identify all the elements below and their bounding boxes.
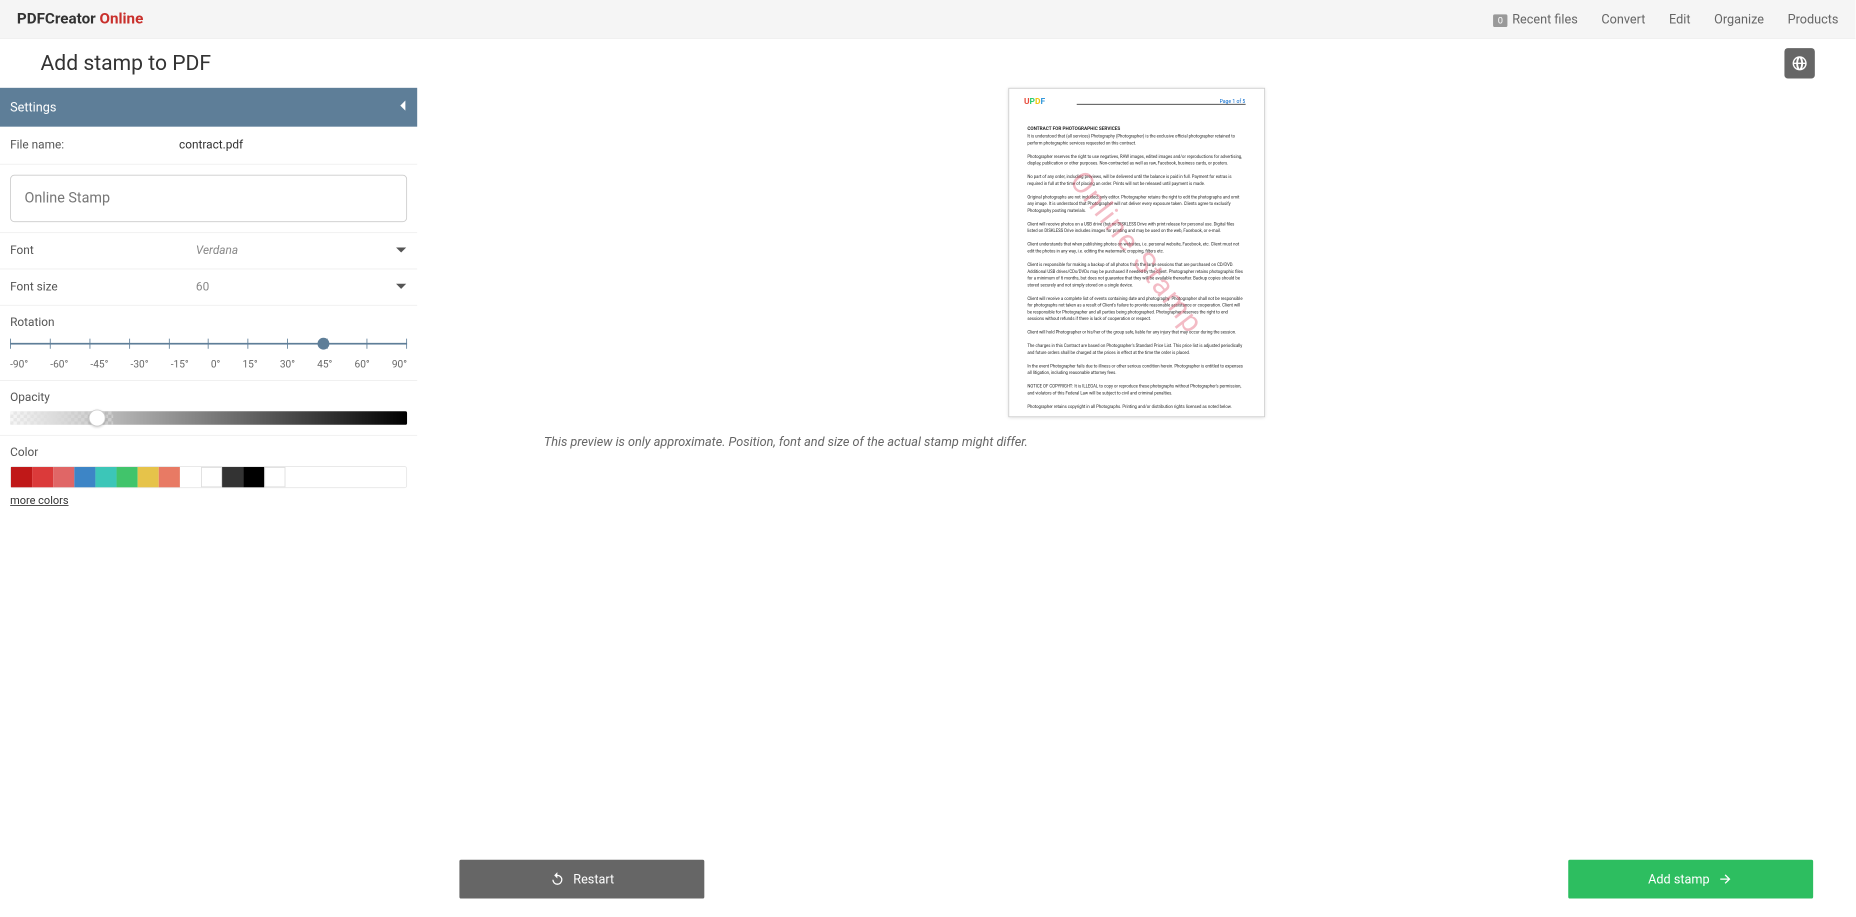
color-swatch[interactable] (53, 467, 74, 487)
color-swatch[interactable] (264, 467, 285, 487)
settings-panel: Settings File name: contract.pdf Font Ve… (0, 88, 417, 917)
color-swatch[interactable] (243, 467, 264, 487)
doc-logo: UPDF (1024, 97, 1045, 106)
rotation-tick-labels: -90°-60°-45°-30°-15°0°15°30°45°60°90° (10, 358, 407, 370)
rotation-label: Rotation (10, 316, 407, 330)
chevron-down-icon (395, 280, 407, 294)
color-swatch[interactable] (74, 467, 95, 487)
rotation-slider[interactable] (10, 336, 407, 360)
doc-page-indicator: Page 1 of 5 (1220, 99, 1246, 105)
stamp-text-input[interactable] (10, 175, 407, 222)
globe-icon (1791, 55, 1808, 72)
chevron-down-icon (395, 244, 407, 258)
opacity-slider-thumb[interactable] (89, 410, 106, 427)
nav-recent-files[interactable]: 0Recent files (1493, 11, 1577, 26)
rotation-slider-thumb[interactable] (317, 338, 329, 350)
page-title: Add stamp to PDF (41, 51, 212, 75)
chevron-left-icon (399, 100, 407, 112)
brand-logo[interactable]: PDFCreator Online (17, 10, 143, 28)
color-swatch[interactable] (11, 467, 32, 487)
color-swatch[interactable] (138, 467, 159, 487)
arrow-right-icon (1718, 872, 1733, 887)
color-swatch[interactable] (117, 467, 138, 487)
restart-button[interactable]: Restart (459, 860, 704, 899)
collapse-panel-button[interactable] (399, 100, 407, 115)
file-name-label: File name: (10, 138, 179, 152)
nav-organize[interactable]: Organize (1714, 11, 1764, 26)
nav-edit[interactable]: Edit (1669, 11, 1690, 26)
font-dropdown[interactable]: Font Verdana (0, 232, 417, 268)
language-button[interactable] (1784, 48, 1814, 78)
color-swatch[interactable] (32, 467, 53, 487)
file-name-value: contract.pdf (179, 138, 243, 152)
opacity-label: Opacity (10, 391, 407, 405)
color-label: Color (10, 446, 407, 460)
recent-count-badge: 0 (1493, 14, 1507, 27)
add-stamp-button[interactable]: Add stamp (1568, 860, 1813, 899)
color-swatch[interactable] (222, 467, 243, 487)
opacity-slider[interactable] (10, 411, 407, 425)
settings-title: Settings (10, 100, 56, 115)
color-swatch[interactable] (159, 467, 180, 487)
nav-convert[interactable]: Convert (1601, 11, 1645, 26)
color-swatch[interactable] (201, 467, 222, 487)
nav-products[interactable]: Products (1788, 11, 1839, 26)
font-size-dropdown[interactable]: Font size 60 (0, 269, 417, 305)
restart-icon (550, 872, 565, 887)
more-colors-link[interactable]: more colors (10, 495, 68, 508)
color-swatch[interactable] (95, 467, 116, 487)
pdf-preview: UPDF Page 1 of 5 CONTRACT FOR PHOTOGRAPH… (1008, 88, 1265, 417)
color-swatches (10, 466, 407, 488)
preview-disclaimer: This preview is only approximate. Positi… (544, 434, 1813, 449)
